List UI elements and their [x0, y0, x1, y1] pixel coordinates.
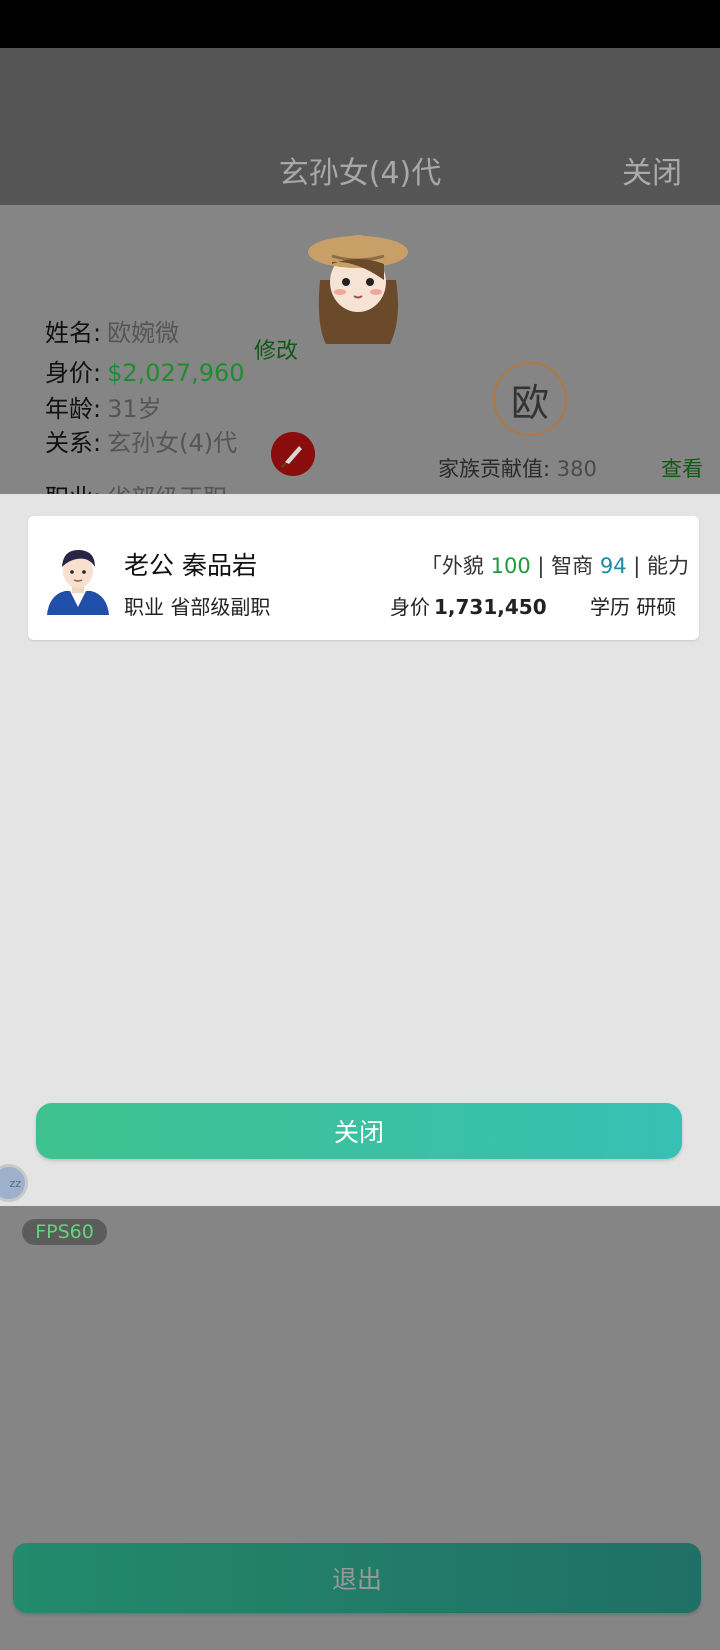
edit-name-link[interactable]: 修改 — [254, 333, 298, 365]
name-row: 姓名: 欧婉微 — [45, 313, 179, 348]
male-avatar-icon — [47, 549, 109, 615]
spouse-job-value: 省部级副职 — [170, 595, 271, 619]
family-contribution: 家族贡献值: 380 — [438, 453, 597, 483]
appearance-label: 「外貌 — [420, 554, 491, 578]
knife-icon[interactable] — [271, 432, 315, 476]
view-contribution-link[interactable]: 查看 — [661, 453, 703, 483]
appearance-value: 100 — [490, 554, 531, 578]
stats-separator: | — [626, 554, 647, 578]
relation-value: 玄孙女(4)代 — [107, 429, 238, 457]
spouse-job-label: 职业 — [124, 595, 164, 619]
age-label: 年龄: — [45, 395, 102, 423]
spouse-card[interactable]: 老公 秦品岩 「外貌 100 | 智商 94 | 能力 职业 省部级副职 身价 1… — [28, 516, 699, 640]
spouse-education: 学历 研硕 — [590, 591, 676, 620]
ability-label: 能力 — [647, 554, 689, 578]
iq-value: 94 — [599, 554, 627, 578]
contribution-value: 380 — [556, 457, 597, 481]
contribution-label: 家族贡献值: — [438, 457, 551, 481]
profile-panel: 姓名: 欧婉微 修改 身价: $2,027,960 年龄: 31岁 关系: 玄孙女(4)… — [0, 205, 720, 495]
age-row: 年龄: 31岁 — [45, 389, 162, 424]
worth-row: 身价: $2,027,960 — [45, 353, 245, 388]
spouse-modal: 老公 秦品岩 「外貌 100 | 智商 94 | 能力 职业 省部级副职 身价 1… — [0, 494, 720, 1206]
page-title: 玄孙女(4)代 — [278, 156, 442, 191]
spouse-stats: 「外貌 100 | 智商 94 | 能力 — [421, 550, 689, 580]
relation-row: 关系: 玄孙女(4)代 — [45, 423, 237, 458]
worth-value: $2,027,960 — [107, 359, 245, 387]
spouse-worth: 身价 1,731,450 — [390, 591, 547, 620]
name-label: 姓名: — [45, 319, 102, 347]
spouse-edu-label: 学历 — [590, 595, 630, 619]
iq-label: 智商 — [551, 554, 600, 578]
age-value: 31岁 — [107, 395, 162, 423]
modal-close-button[interactable]: 关闭 — [36, 1103, 682, 1159]
relation-label: 关系: — [45, 429, 102, 457]
stats-separator: | — [530, 554, 552, 578]
name-value: 欧婉微 — [107, 319, 180, 347]
spouse-edu-value: 研硕 — [636, 595, 677, 619]
header-close-button[interactable]: 关闭 — [622, 148, 682, 192]
clan-badge: 欧 — [493, 362, 567, 436]
exit-button[interactable]: 退出 — [13, 1543, 701, 1613]
spouse-job: 职业 省部级副职 — [124, 591, 270, 620]
female-avatar-icon — [308, 235, 408, 344]
spouse-worth-value: 1,731,450 — [434, 595, 547, 619]
fps-badge: FPS60 — [22, 1219, 107, 1245]
spouse-worth-label: 身价 — [390, 595, 430, 619]
worth-label: 身价: — [45, 359, 102, 387]
job-row: 职业:省部级正职 — [45, 478, 227, 495]
spouse-title: 老公 秦品岩 — [124, 551, 257, 580]
header-bar: 玄孙女(4)代 关闭 — [0, 48, 720, 205]
status-bar — [0, 0, 720, 48]
